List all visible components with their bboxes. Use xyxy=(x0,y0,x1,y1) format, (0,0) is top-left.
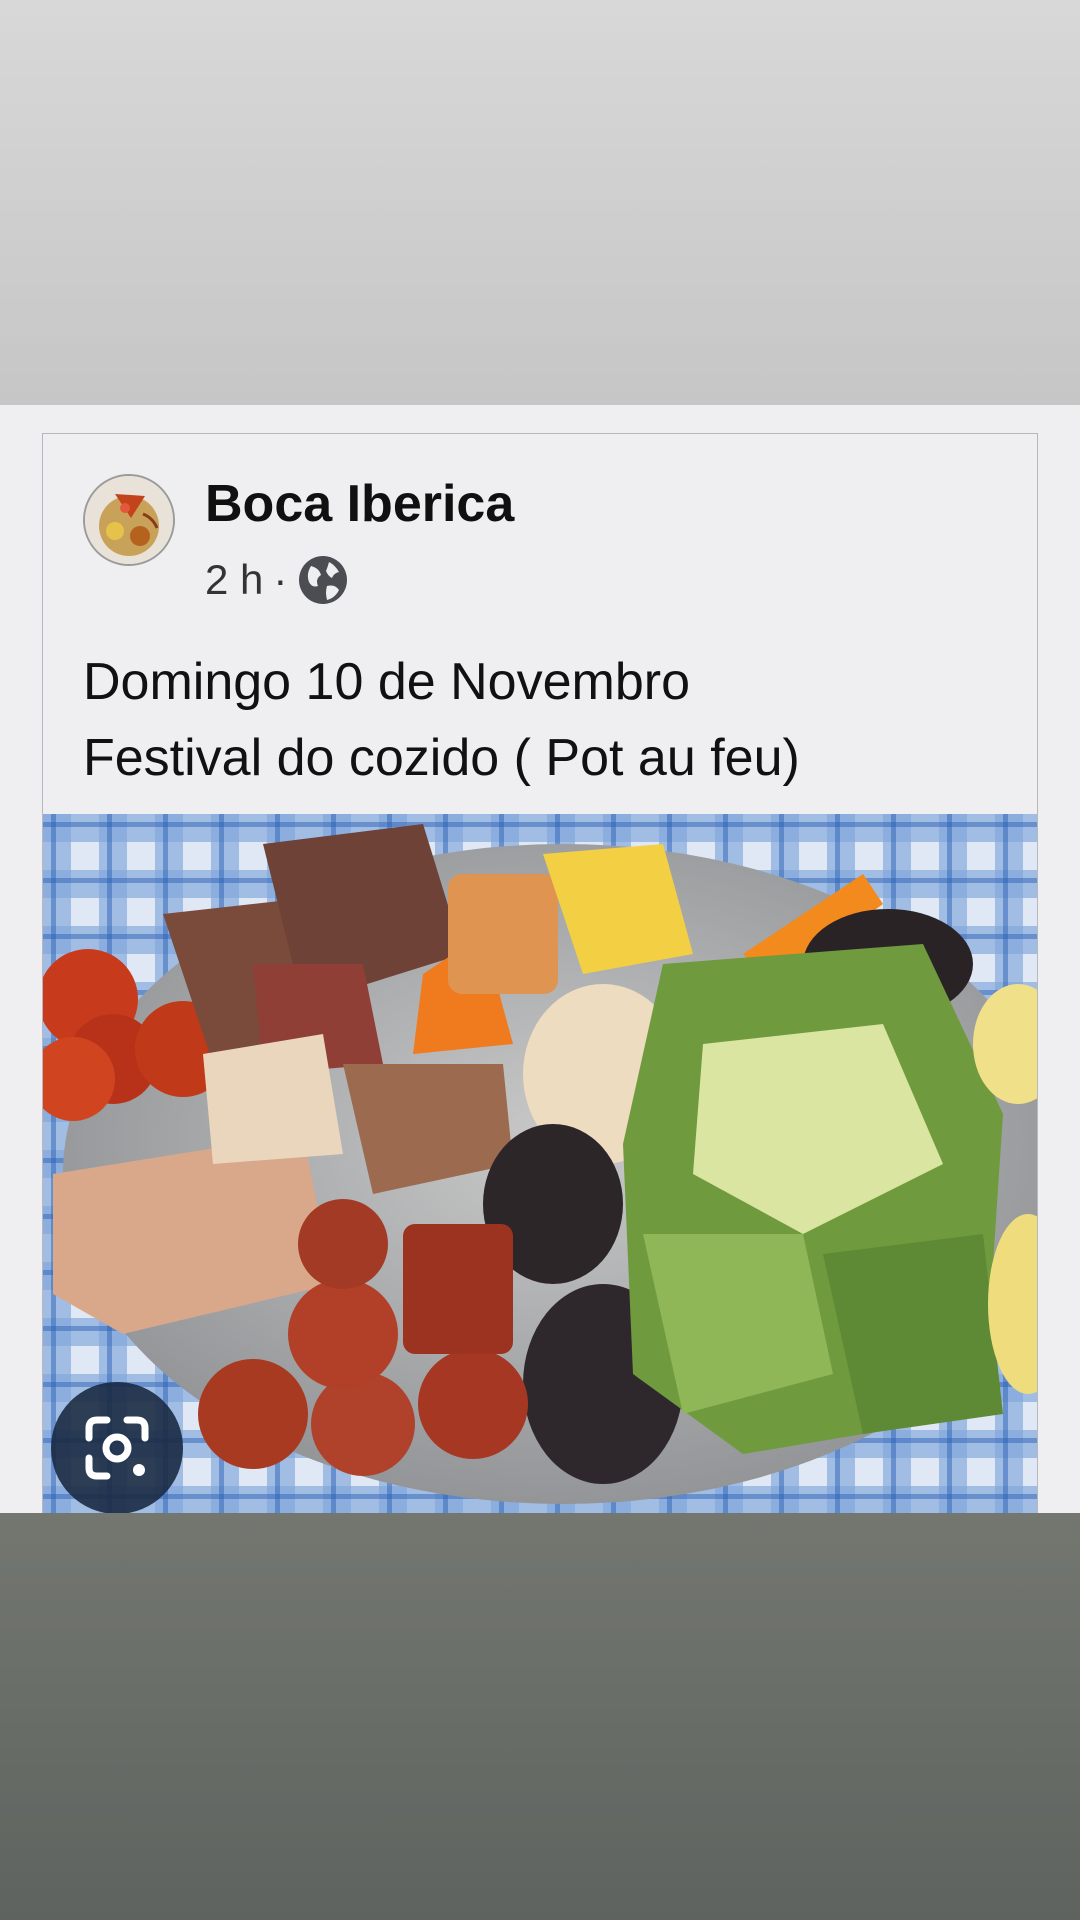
post-text-line-2: Festival do cozido ( Pot au feu) xyxy=(83,729,800,787)
bottom-background xyxy=(0,1513,1080,1920)
lens-search-button[interactable] xyxy=(51,1382,183,1513)
post-photo[interactable] xyxy=(43,814,1037,1513)
post-meta: 2 h · xyxy=(205,552,349,608)
post-card: Boca Iberica 2 h · Domingo 10 de Novembr… xyxy=(42,433,1038,1513)
post-text-line-1: Domingo 10 de Novembro xyxy=(83,653,690,711)
top-background xyxy=(0,0,1080,405)
lens-search-icon xyxy=(85,1416,149,1480)
author-name[interactable]: Boca Iberica xyxy=(205,474,514,534)
post-text: Domingo 10 de Novembro Festival do cozid… xyxy=(83,644,1003,796)
post-time[interactable]: 2 h xyxy=(205,556,263,604)
globe-icon xyxy=(299,556,348,604)
meta-separator: · xyxy=(273,556,288,603)
avatar[interactable] xyxy=(83,474,175,566)
